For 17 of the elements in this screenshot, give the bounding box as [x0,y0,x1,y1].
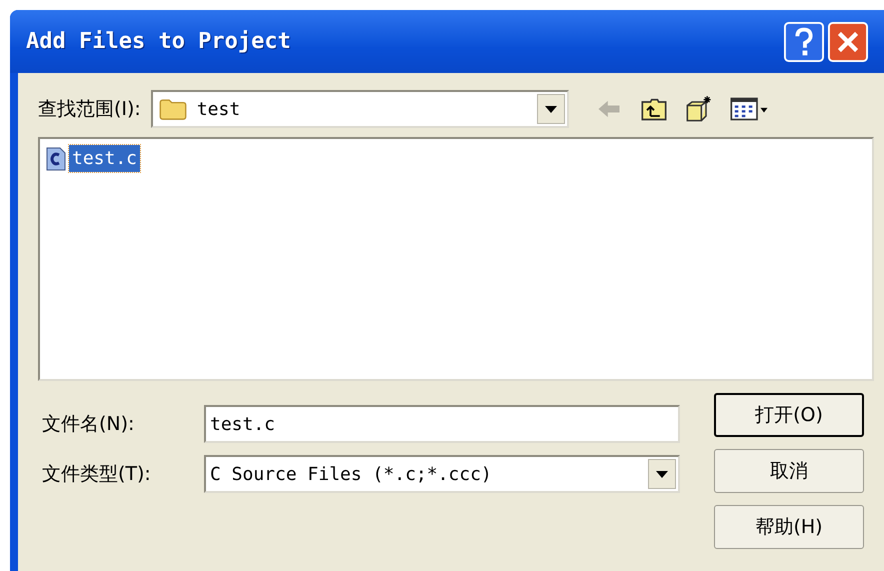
dialog-button[interactable]: 帮助(H) [714,505,864,549]
dialog-button[interactable]: 打开(O) [714,393,864,437]
window-title: Add Files to Project [25,29,291,54]
help-icon[interactable] [784,22,824,62]
dialog-button[interactable]: 取消 [714,449,864,493]
view-menu-icon[interactable] [730,95,770,123]
file-item[interactable]: test.c [69,145,140,172]
look-in-dropdown[interactable]: test [150,90,569,128]
file-type-dropdown[interactable]: C Source Files (*.c;*.ccc) [204,455,680,493]
c-file-icon [46,146,66,172]
file-name-field[interactable]: test.c [204,405,680,443]
folder-icon [158,97,187,121]
new-folder-icon[interactable] [684,95,713,123]
file-name-label: 文件名(N): [42,412,136,437]
file-type-label: 文件类型(T): [42,462,152,487]
close-icon[interactable] [828,22,868,62]
look-in-label: 查找范围(I): [38,97,141,122]
